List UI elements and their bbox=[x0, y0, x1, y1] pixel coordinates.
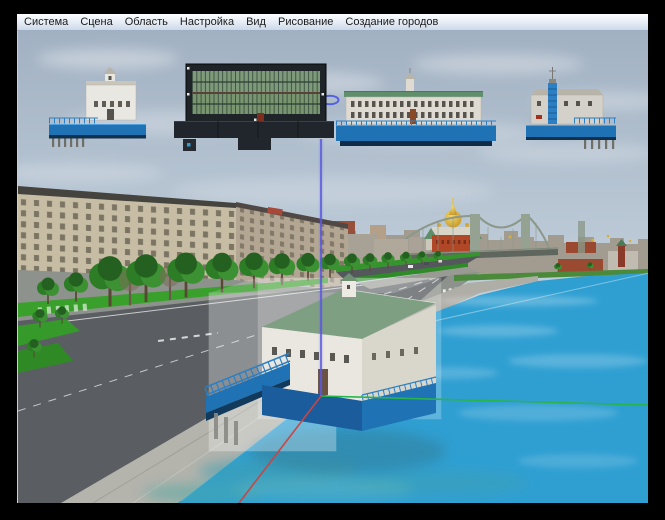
menu-item-area[interactable]: Область bbox=[119, 14, 174, 30]
menu-item-city-creation[interactable]: Создание городов bbox=[339, 14, 444, 30]
menu-item-scene[interactable]: Сцена bbox=[74, 14, 118, 30]
menu-item-view[interactable]: Вид bbox=[240, 14, 272, 30]
menu-bar: Система Сцена Область Настройка Вид Рисо… bbox=[17, 14, 648, 31]
viewport-3d[interactable] bbox=[17, 31, 648, 503]
screen: Система Сцена Область Настройка Вид Рисо… bbox=[0, 0, 665, 520]
app-window: Система Сцена Область Настройка Вид Рисо… bbox=[17, 14, 648, 503]
ghost-placement-preview[interactable] bbox=[206, 273, 446, 473]
menu-item-drawing[interactable]: Рисование bbox=[272, 14, 339, 30]
menu-item-settings[interactable]: Настройка bbox=[174, 14, 240, 30]
floating-model-apartment-slab[interactable] bbox=[174, 64, 334, 151]
menu-item-system[interactable]: Система bbox=[17, 14, 74, 30]
